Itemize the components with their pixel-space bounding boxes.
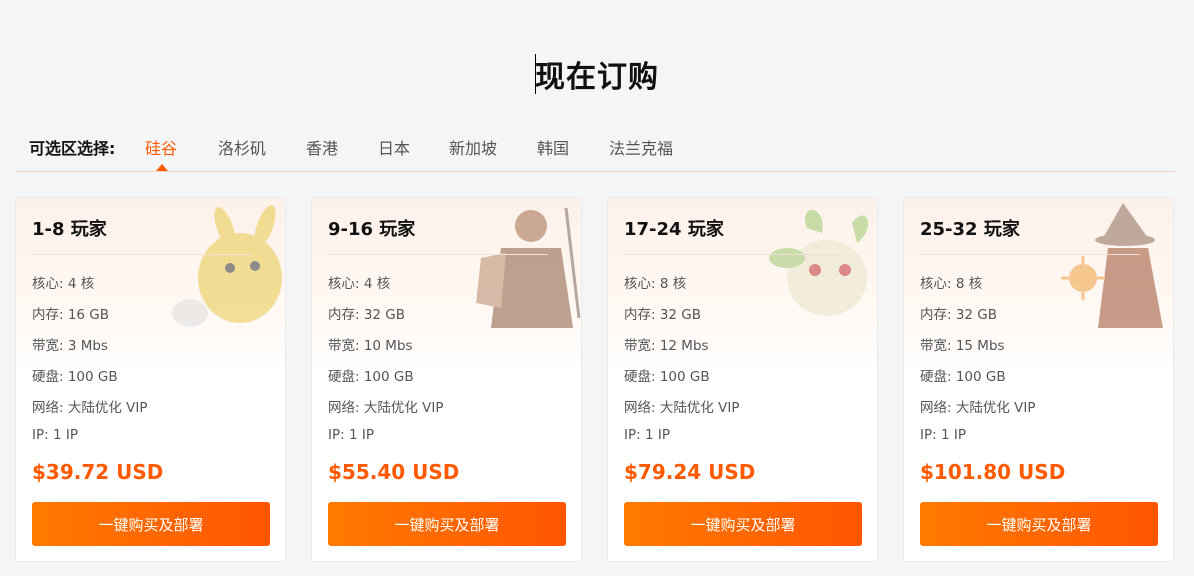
spec-disk: 硬盘: 100 GB xyxy=(328,369,414,385)
yellow-creature-art xyxy=(172,205,282,327)
divider xyxy=(32,254,252,255)
plan-price: $55.40 USD xyxy=(328,460,460,484)
buy-deploy-button[interactable]: 一键购买及部署 xyxy=(624,502,862,546)
spec-cores: 核心: 8 核 xyxy=(624,276,687,292)
spec-bandwidth: 带宽: 3 Mbs xyxy=(32,338,108,354)
spec-network: 网络: 大陆优化 VIP xyxy=(920,400,1036,416)
spec-network: 网络: 大陆优化 VIP xyxy=(32,400,148,416)
warrior-art xyxy=(476,207,581,328)
plan-price: $39.72 USD xyxy=(32,460,164,484)
spec-ip: IP: 1 IP xyxy=(920,427,966,443)
plan-card: 17-24 玩家 核心: 8 核 内存: 32 GB 带宽: 12 Mbs 硬盘… xyxy=(607,197,878,562)
buy-deploy-button[interactable]: 一键购买及部署 xyxy=(32,502,270,546)
spec-cores: 核心: 4 核 xyxy=(328,276,391,292)
plan-card: 9-16 玩家 核心: 4 核 内存: 32 GB 带宽: 10 Mbs 硬盘:… xyxy=(311,197,582,562)
plan-title: 1-8 玩家 xyxy=(32,219,107,240)
tab-singapore[interactable]: 新加坡 xyxy=(449,135,497,159)
buy-deploy-button[interactable]: 一键购买及部署 xyxy=(920,502,1158,546)
spec-disk: 硬盘: 100 GB xyxy=(624,369,710,385)
plan-price: $101.80 USD xyxy=(920,460,1066,484)
spec-memory: 内存: 16 GB xyxy=(32,307,110,323)
spec-ip: IP: 1 IP xyxy=(32,427,78,443)
plan-title: 25-32 玩家 xyxy=(920,219,1020,240)
page-title: 现在订购 xyxy=(535,60,659,95)
plan-title: 9-16 玩家 xyxy=(328,219,416,240)
plan-title: 17-24 玩家 xyxy=(624,219,724,240)
plan-price: $79.24 USD xyxy=(624,460,756,484)
tab-los-angeles[interactable]: 洛杉矶 xyxy=(218,135,266,159)
tab-hong-kong[interactable]: 香港 xyxy=(306,135,338,159)
green-creature-art xyxy=(769,209,869,316)
spec-disk: 硬盘: 100 GB xyxy=(32,369,118,385)
spec-bandwidth: 带宽: 10 Mbs xyxy=(328,338,413,354)
buy-deploy-button[interactable]: 一键购买及部署 xyxy=(328,502,566,546)
spec-network: 网络: 大陆优化 VIP xyxy=(328,400,444,416)
divider xyxy=(920,254,1140,255)
spec-memory: 内存: 32 GB xyxy=(920,307,998,323)
spec-cores: 核心: 8 核 xyxy=(920,276,983,292)
region-selector: 可选区选择: 硅谷 洛杉矶 香港 日本 新加坡 韩国 法兰克福 xyxy=(15,122,1175,172)
region-label: 可选区选择: xyxy=(29,139,116,158)
spec-memory: 内存: 32 GB xyxy=(328,307,406,323)
active-tab-indicator xyxy=(156,164,168,171)
spec-ip: IP: 1 IP xyxy=(328,427,374,443)
plan-card: 1-8 玩家 核心: 4 核 内存: 16 GB 带宽: 3 Mbs 硬盘: 1… xyxy=(15,197,286,562)
divider xyxy=(624,254,844,255)
spec-bandwidth: 带宽: 12 Mbs xyxy=(624,338,709,354)
tab-silicon-valley[interactable]: 硅谷 xyxy=(145,135,177,159)
tab-korea[interactable]: 韩国 xyxy=(537,135,569,159)
tab-frankfurt[interactable]: 法兰克福 xyxy=(609,135,673,159)
spec-cores: 核心: 4 核 xyxy=(32,276,95,292)
spec-memory: 内存: 32 GB xyxy=(624,307,702,323)
spec-bandwidth: 带宽: 15 Mbs xyxy=(920,338,1005,354)
divider xyxy=(328,254,548,255)
tab-japan[interactable]: 日本 xyxy=(378,135,410,159)
spec-network: 网络: 大陆优化 VIP xyxy=(624,400,740,416)
plan-card: 25-32 玩家 核心: 8 核 内存: 32 GB 带宽: 15 Mbs 硬盘… xyxy=(903,197,1174,562)
spec-ip: IP: 1 IP xyxy=(624,427,670,443)
spec-disk: 硬盘: 100 GB xyxy=(920,369,1006,385)
witch-art xyxy=(1061,203,1163,328)
